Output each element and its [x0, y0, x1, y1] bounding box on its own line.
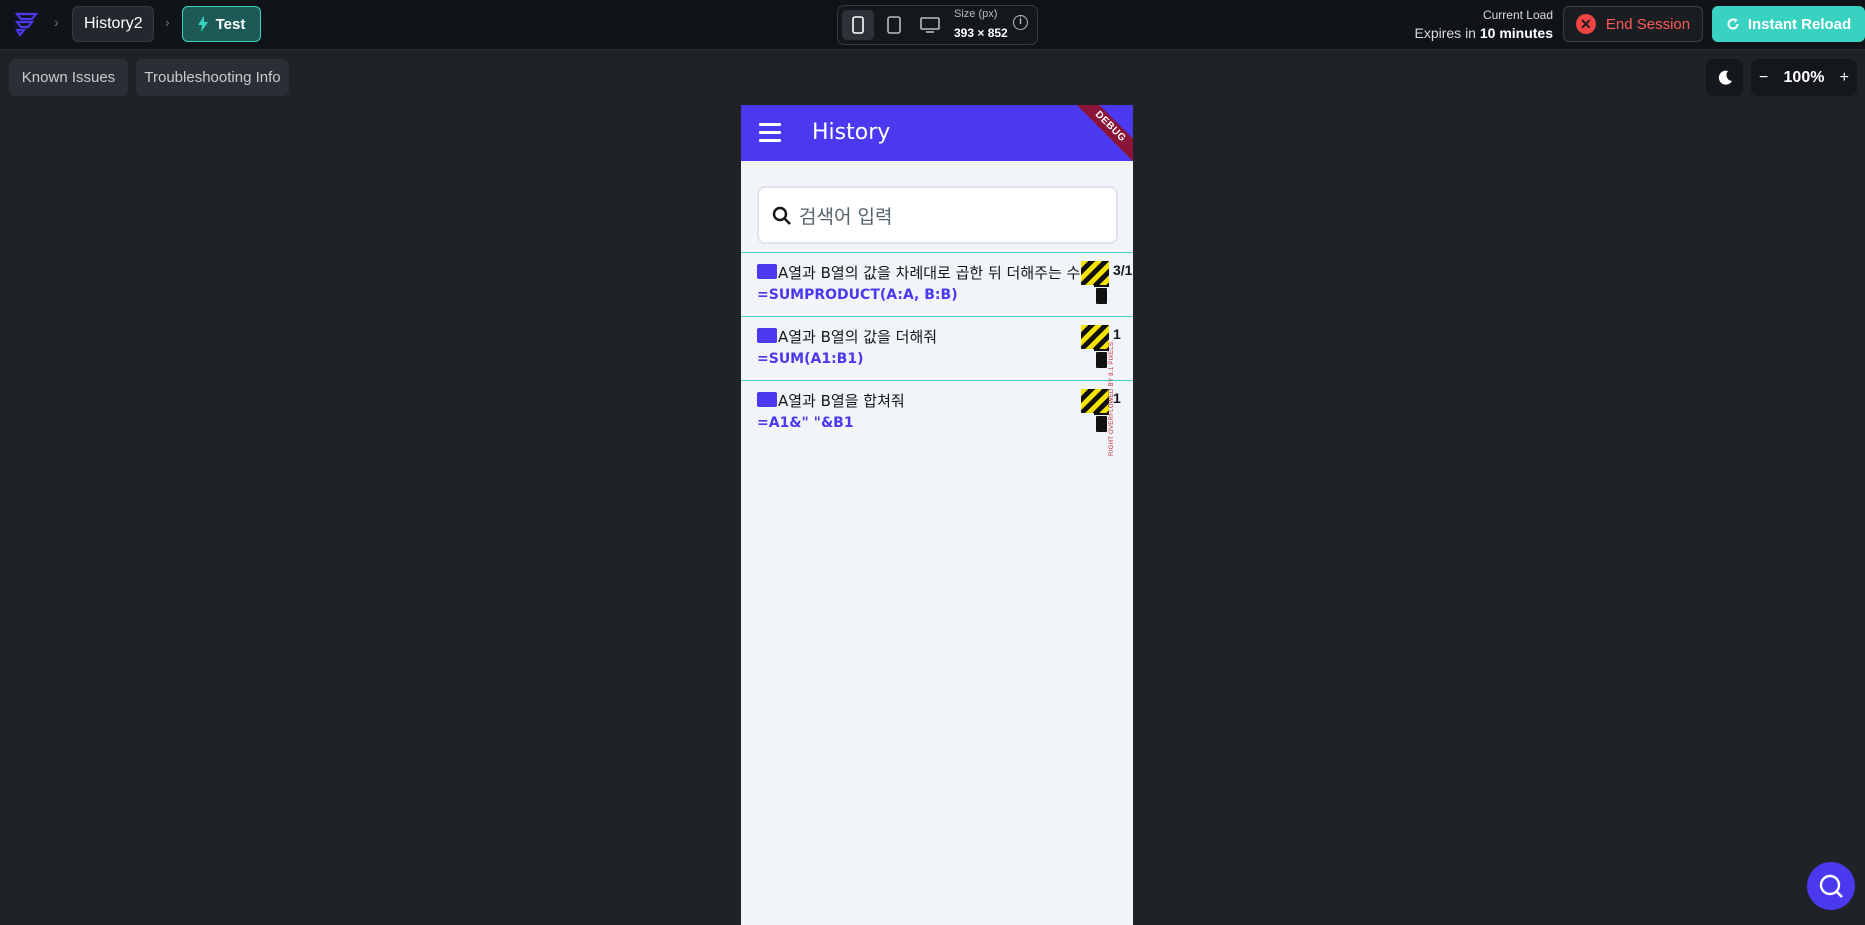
menu-icon[interactable]	[759, 123, 781, 142]
troubleshooting-label: Troubleshooting Info	[144, 69, 281, 86]
item-formula: =A1&" "&B1	[757, 415, 854, 431]
debug-banner: DEBUG	[1072, 105, 1133, 165]
zoom-value: 100%	[1783, 68, 1825, 86]
item-formula: =SUM(A1:B1)	[757, 351, 864, 367]
instant-reload-button[interactable]: Instant Reload	[1712, 6, 1865, 42]
current-load-label: Current Load	[1482, 8, 1553, 22]
zoom-in-button[interactable]: +	[1840, 69, 1849, 87]
size-label: Size (px)	[954, 8, 998, 20]
troubleshooting-info-button[interactable]: Troubleshooting Info	[136, 59, 289, 96]
test-mode-button[interactable]: Test	[182, 6, 261, 42]
dark-mode-toggle[interactable]	[1706, 59, 1743, 96]
lightning-icon	[197, 16, 208, 32]
chat-search-icon	[1819, 874, 1843, 898]
project-name: History2	[84, 15, 143, 32]
desktop-icon	[920, 17, 940, 33]
refresh-icon	[1727, 18, 1739, 30]
item-question: A열과 B열을 합쳐줘	[778, 392, 905, 410]
moon-icon	[1718, 70, 1732, 85]
mail-icon	[757, 264, 777, 279]
item-question: A열과 B열의 값을 더해줘	[778, 328, 938, 346]
known-issues-label: Known Issues	[21, 69, 116, 86]
phone-icon	[852, 16, 864, 34]
search-placeholder: 검색어 입력	[799, 206, 893, 228]
expires-prefix: Expires in	[1414, 25, 1476, 41]
expires-text: Expires in 10 minutes	[1415, 25, 1554, 41]
zoom-control: − 100% +	[1751, 59, 1857, 96]
tablet-device-button[interactable]	[878, 10, 910, 40]
phone-device-button[interactable]	[842, 10, 874, 40]
overflow-warning-icon	[1081, 261, 1109, 285]
overflow-indicator: RIGHT OVERFLOWED BY 8.1 PIXELS	[1106, 207, 1118, 459]
end-session-button[interactable]: ✕ End Session	[1563, 6, 1703, 42]
overflow-warning-icon	[1081, 325, 1109, 349]
device-preview: History DEBUG 검색어 입력 A열과 B열의 값을 차례대로 곱한 …	[741, 105, 1133, 925]
instant-reload-label: Instant Reload	[1747, 15, 1852, 33]
expires-value: 10 minutes	[1479, 25, 1553, 41]
app-bar: History DEBUG	[741, 105, 1133, 165]
chevron-right-icon: ›	[165, 14, 170, 30]
mail-icon	[757, 392, 777, 407]
list-item[interactable]: A열과 B열의 값을 차례대로 곱한 뒤 더해주는 수 =SUMPRODUCT(…	[741, 252, 1133, 316]
test-label: Test	[215, 15, 246, 33]
flutterflow-logo-icon[interactable]	[12, 10, 40, 38]
desktop-device-button[interactable]	[914, 10, 946, 40]
overflow-warning-icon	[1081, 389, 1109, 413]
chevron-right-icon: ›	[54, 14, 59, 30]
size-value: 393 × 852	[954, 26, 1008, 40]
list-item[interactable]: A열과 B열의 값을 더해줘 =SUM(A1:B1) 1	[741, 316, 1133, 380]
page-title: History	[812, 120, 891, 145]
item-question: A열과 B열의 값을 차례대로 곱한 뒤 더해주는 수	[778, 264, 1081, 282]
tablet-icon	[887, 16, 901, 34]
search-input[interactable]: 검색어 입력	[757, 186, 1118, 244]
known-issues-button[interactable]: Known Issues	[9, 59, 128, 96]
overflow-warning-text: RIGHT OVERFLOWED BY 8.1 PIXELS	[1109, 341, 1115, 456]
close-circle-icon: ✕	[1575, 14, 1596, 34]
item-formula: =SUMPRODUCT(A:A, B:B)	[757, 287, 958, 303]
list-item[interactable]: A열과 B열을 합쳐줘 =A1&" "&B1 1	[741, 380, 1133, 444]
info-icon[interactable]: i	[1013, 15, 1028, 30]
project-breadcrumb-button[interactable]: History2	[72, 6, 154, 42]
search-icon	[772, 206, 791, 225]
top-bar: › History2 › Test Size (px) 393 × 852 i …	[0, 0, 1865, 50]
support-chat-button[interactable]	[1807, 862, 1855, 910]
zoom-out-button[interactable]: −	[1759, 69, 1768, 87]
end-session-label: End Session	[1605, 15, 1691, 33]
mail-icon	[757, 328, 777, 343]
